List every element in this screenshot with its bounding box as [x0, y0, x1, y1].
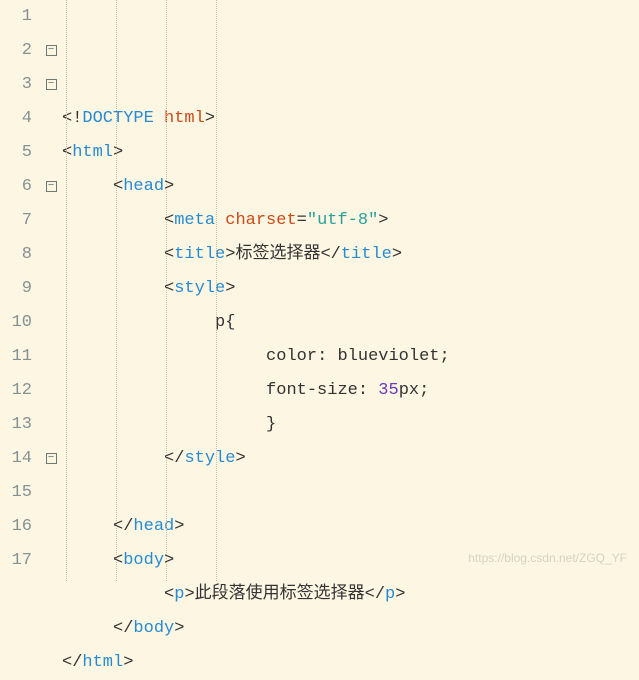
line-number: 3 — [0, 68, 32, 102]
line-number: 5 — [0, 136, 32, 170]
fold-marker — [40, 340, 62, 374]
code-line[interactable]: <style> — [62, 272, 639, 306]
fold-marker — [40, 306, 62, 340]
fold-marker[interactable]: − — [40, 34, 62, 68]
fold-marker — [40, 238, 62, 272]
line-number: 9 — [0, 272, 32, 306]
fold-marker — [40, 272, 62, 306]
line-number: 16 — [0, 510, 32, 544]
line-number: 2 — [0, 34, 32, 68]
line-number: 7 — [0, 204, 32, 238]
code-line[interactable]: <title>标签选择器</title> — [62, 238, 639, 272]
fold-marker — [40, 374, 62, 408]
line-number: 1 — [0, 0, 32, 34]
fold-gutter: −−−− — [40, 0, 62, 581]
code-line[interactable]: <p>此段落使用标签选择器</p> — [62, 578, 639, 612]
line-number: 14 — [0, 442, 32, 476]
line-number: 11 — [0, 340, 32, 374]
code-line[interactable]: </style> — [62, 442, 639, 476]
code-line[interactable]: <!DOCTYPE html> — [62, 102, 639, 136]
code-line[interactable]: <html> — [62, 136, 639, 170]
code-line[interactable] — [62, 476, 639, 510]
fold-marker — [40, 408, 62, 442]
line-number: 8 — [0, 238, 32, 272]
fold-marker — [40, 136, 62, 170]
code-area[interactable]: <!DOCTYPE html><html> <head> <meta chars… — [62, 0, 639, 581]
fold-marker — [40, 0, 62, 34]
fold-marker — [40, 204, 62, 238]
code-line[interactable]: </html> — [62, 646, 639, 680]
fold-marker[interactable]: − — [40, 68, 62, 102]
fold-marker[interactable]: − — [40, 170, 62, 204]
line-number-gutter: 1234567891011121314151617 — [0, 0, 40, 581]
line-number: 13 — [0, 408, 32, 442]
watermark: https://blog.csdn.net/ZGQ_YF — [468, 541, 627, 575]
line-number: 17 — [0, 544, 32, 578]
code-line[interactable]: <meta charset="utf-8"> — [62, 204, 639, 238]
fold-marker[interactable]: − — [40, 442, 62, 476]
line-number: 6 — [0, 170, 32, 204]
code-line[interactable]: font-size: 35px; — [62, 374, 639, 408]
fold-marker — [40, 102, 62, 136]
code-line[interactable]: color: blueviolet; — [62, 340, 639, 374]
line-number: 10 — [0, 306, 32, 340]
code-editor: 1234567891011121314151617 −−−− <!DOCTYPE… — [0, 0, 639, 581]
line-number: 15 — [0, 476, 32, 510]
line-number: 4 — [0, 102, 32, 136]
code-line[interactable]: </head> — [62, 510, 639, 544]
fold-marker — [40, 510, 62, 544]
code-line[interactable]: <head> — [62, 170, 639, 204]
line-number: 12 — [0, 374, 32, 408]
fold-marker — [40, 476, 62, 510]
code-line[interactable]: p{ — [62, 306, 639, 340]
fold-marker — [40, 544, 62, 578]
code-line[interactable]: </body> — [62, 612, 639, 646]
code-line[interactable]: } — [62, 408, 639, 442]
